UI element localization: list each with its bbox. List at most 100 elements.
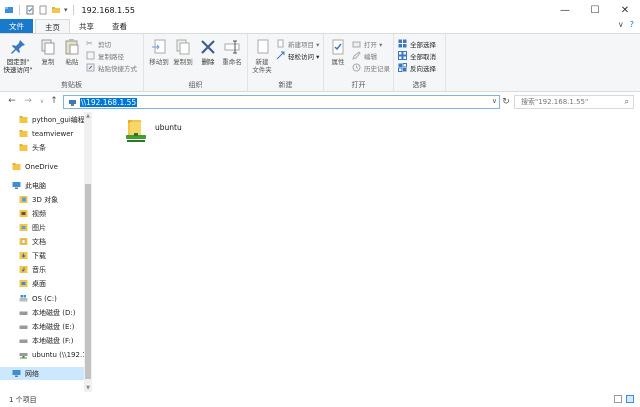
edit-button[interactable]: 编辑 [352, 50, 377, 61]
cut-button[interactable]: ✂ 剪切 [86, 38, 111, 49]
history-button[interactable]: 历史记录 [352, 62, 390, 73]
move-to-label: 移动到 [149, 58, 169, 66]
rename-button[interactable]: 重命名 [218, 38, 246, 66]
window-title: 192.168.1.55 [81, 5, 135, 15]
pin-to-quick-access-button[interactable]: 固定到" 快速访问" [3, 38, 33, 74]
drive-icon [19, 311, 28, 315]
new-folder-icon[interactable] [38, 5, 48, 15]
maximize-button[interactable]: ☐ [580, 0, 610, 20]
properties-label: 属性 [331, 58, 345, 66]
tree-item-toutiao[interactable]: 头条 [0, 141, 84, 154]
tree-item-drive-d[interactable]: 本地磁盘 (D:) [0, 306, 84, 319]
tree-item-python-gui[interactable]: python_gui编程 [0, 113, 84, 126]
customize-quick-access-icon[interactable]: ▾ [64, 6, 68, 14]
address-bar[interactable]: \\192.168.1.55 ∨ [63, 95, 500, 109]
search-icon[interactable]: ⌕ [625, 97, 629, 107]
tree-item-music[interactable]: 音乐 [0, 263, 84, 276]
up-button[interactable]: ↑ [48, 95, 60, 107]
new-item-label: 新建项目 ▾ [288, 40, 320, 49]
tree-item-onedrive[interactable]: OneDrive [0, 160, 84, 173]
copy-path-button[interactable]: 复制路径 [86, 50, 124, 61]
rename-label: 重命名 [222, 58, 242, 66]
tree-item-drive-f[interactable]: 本地磁盘 (F:) [0, 334, 84, 347]
tree-item-label: teamviewer [32, 129, 74, 138]
tree-item-pictures[interactable]: 图片 [0, 221, 84, 234]
tab-view[interactable]: 查看 [103, 19, 136, 34]
address-path[interactable]: \\192.168.1.55 [80, 97, 138, 107]
tree-item-teamviewer[interactable]: teamviewer [0, 127, 84, 140]
tree-item-label: ubuntu (\\192.1 [32, 350, 84, 359]
tree-item-videos[interactable]: 视频 [0, 207, 84, 220]
scroll-down-arrow-icon[interactable]: ▼ [84, 384, 92, 392]
list-item[interactable]: ubuntu [125, 118, 182, 144]
copy-to-button[interactable]: 复制到 [169, 38, 197, 66]
close-button[interactable]: ✕ [610, 0, 640, 20]
view-toggle [614, 395, 634, 403]
new-item-button[interactable]: 新建项目 ▾ [276, 38, 319, 49]
file-list[interactable]: ubuntu [93, 112, 640, 392]
item-count: 1 个项目 [9, 395, 37, 404]
clipboard-group-label: 剪贴板 [61, 81, 82, 89]
copy-icon [41, 39, 55, 55]
search-box[interactable]: 搜索"192.168.1.55" ⌕ [514, 95, 634, 109]
invert-selection-icon [398, 63, 407, 72]
tree-item-label: OS (C:) [32, 294, 57, 303]
tree-item-ubuntu-share[interactable]: ubuntu (\\192.1 [0, 348, 84, 361]
tab-file[interactable]: 文件 [0, 19, 33, 34]
minimize-button[interactable]: — [550, 0, 580, 20]
ribbon-right-controls: ∨ ? [618, 20, 634, 29]
easy-access-button[interactable]: 轻松访问 ▾ [276, 50, 319, 61]
navigation-scrollbar[interactable]: ▲ ▼ [84, 112, 92, 392]
paste-button[interactable]: 粘贴 [58, 38, 86, 66]
forward-button[interactable]: → [22, 95, 34, 107]
delete-icon [201, 40, 215, 54]
invert-selection-button[interactable]: 反向选择 [398, 62, 436, 73]
tab-share[interactable]: 共享 [70, 19, 103, 34]
paste-shortcut-button[interactable]: 粘贴快捷方式 [86, 62, 137, 73]
pin-label: 固定到" 快速访问" [3, 58, 33, 74]
tree-item-network[interactable]: 网络 [0, 367, 84, 380]
select-none-button[interactable]: 全部取消 [398, 50, 436, 61]
organize-group-label: 组织 [188, 81, 203, 89]
properties-button[interactable]: 属性 [324, 38, 352, 66]
back-button[interactable]: ← [6, 95, 18, 107]
refresh-button[interactable]: ↻ [500, 95, 512, 109]
scrollbar-thumb[interactable] [85, 184, 91, 379]
computer-icon [12, 182, 21, 189]
tree-item-this-pc[interactable]: 此电脑 [0, 179, 84, 192]
new-folder-button[interactable]: 新建 文件夹 [248, 38, 276, 74]
copy-to-label: 复制到 [173, 58, 193, 66]
tree-item-os-c[interactable]: OS (C:) [0, 292, 84, 305]
delete-label: 删除 [201, 58, 215, 66]
properties-icon[interactable] [25, 5, 35, 15]
folder-icon[interactable] [51, 5, 61, 15]
ribbon: 固定到" 快速访问" 复制 粘贴 ✂ 剪切 复制路径 粘贴快捷方式 剪贴板 移动… [0, 33, 640, 92]
tree-item-label: 网络 [25, 369, 39, 378]
new-group: 新建 文件夹 新建项目 ▾ 轻松访问 ▾ 新建 [248, 34, 324, 92]
help-icon[interactable]: ? [630, 20, 634, 29]
tree-item-3d-objects[interactable]: 3D 对象 [0, 193, 84, 206]
copy-path-icon [86, 51, 95, 60]
address-row: ← → ∨ ↑ \\192.168.1.55 ∨ ↻ 搜索"192.168.1.… [0, 93, 640, 111]
cut-label: 剪切 [98, 40, 111, 49]
desktop-icon [19, 280, 28, 287]
collapse-ribbon-icon[interactable]: ∨ [618, 20, 624, 29]
tree-item-downloads[interactable]: 下载 [0, 249, 84, 262]
address-dropdown-icon[interactable]: ∨ [492, 97, 497, 105]
tab-home[interactable]: 主页 [35, 19, 70, 34]
tree-item-documents[interactable]: 文档 [0, 235, 84, 248]
folder-icon [19, 144, 28, 151]
ribbon-tabs: 文件 主页 共享 查看 ∨ ? [0, 18, 640, 34]
details-view-icon[interactable] [614, 395, 622, 403]
scroll-up-arrow-icon[interactable]: ▲ [84, 112, 92, 120]
large-icons-view-icon[interactable] [626, 395, 634, 403]
select-all-button[interactable]: 全部选择 [398, 38, 436, 49]
recent-locations-button[interactable]: ∨ [36, 95, 48, 107]
tree-item-desktop[interactable]: 桌面 [0, 277, 84, 290]
open-button[interactable]: 打开 ▾ [352, 38, 382, 49]
network-location-icon [69, 99, 76, 106]
navigation-pane[interactable]: python_gui编程 teamviewer 头条 OneDrive 此电脑 … [0, 112, 92, 392]
open-label: 打开 ▾ [364, 40, 383, 49]
history-label: 历史记录 [364, 64, 390, 73]
tree-item-drive-e[interactable]: 本地磁盘 (E:) [0, 320, 84, 333]
